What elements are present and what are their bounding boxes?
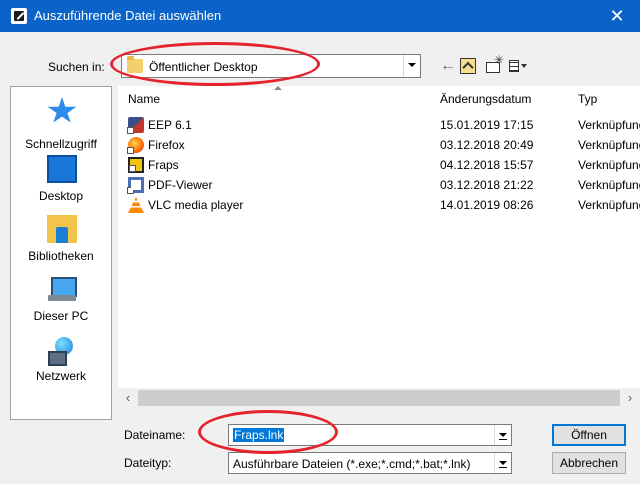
file-date: 03.12.2018 21:22 bbox=[440, 178, 534, 192]
file-row[interactable]: Firefox 03.12.2018 20:49 Verknüpfung bbox=[118, 135, 640, 155]
scroll-right-icon[interactable]: › bbox=[620, 390, 640, 406]
file-type: Verknüpfung bbox=[578, 178, 640, 192]
back-button[interactable]: ← bbox=[440, 57, 456, 74]
look-in-combo[interactable]: Öffentlicher Desktop bbox=[121, 54, 421, 78]
place-network[interactable]: Netzwerk bbox=[11, 335, 111, 395]
close-button[interactable]: ✕ bbox=[594, 0, 640, 32]
app-icon bbox=[11, 8, 27, 24]
open-button[interactable]: Öffnen bbox=[552, 424, 626, 446]
pdf-viewer-icon bbox=[127, 177, 144, 194]
folder-icon bbox=[127, 56, 143, 73]
place-quick-access[interactable]: Schnellzugriff bbox=[11, 97, 111, 157]
new-folder-button[interactable]: ✳ bbox=[484, 53, 504, 74]
sort-ascending-icon bbox=[274, 86, 282, 92]
column-header-name[interactable]: Name bbox=[128, 92, 160, 106]
file-name: EEP 6.1 bbox=[148, 118, 192, 132]
file-type: Verknüpfung bbox=[578, 118, 640, 132]
place-label: Netzwerk bbox=[35, 369, 86, 383]
look-in-value: Öffentlicher Desktop bbox=[149, 60, 258, 74]
up-folder-button[interactable] bbox=[460, 58, 476, 74]
file-name: Fraps bbox=[148, 158, 179, 172]
column-header-type[interactable]: Typ bbox=[578, 92, 597, 106]
file-row[interactable]: PDF-Viewer 03.12.2018 21:22 Verknüpfung bbox=[118, 175, 640, 195]
chevron-down-icon[interactable] bbox=[403, 55, 420, 77]
place-libraries[interactable]: Bibliotheken bbox=[11, 215, 111, 275]
desktop-icon bbox=[47, 155, 77, 183]
file-name-input[interactable]: Fraps.lnk bbox=[228, 424, 512, 446]
file-name: Firefox bbox=[148, 138, 185, 152]
eep-icon bbox=[127, 117, 144, 134]
file-name-value: Fraps.lnk bbox=[233, 428, 285, 442]
file-name: VLC media player bbox=[148, 198, 244, 212]
place-this-pc[interactable]: Dieser PC bbox=[11, 275, 111, 335]
file-type-select[interactable]: Ausführbare Dateien (*.exe;*.cmd;*.bat;*… bbox=[228, 452, 512, 474]
place-desktop[interactable]: Desktop bbox=[11, 155, 111, 215]
computer-icon bbox=[47, 275, 77, 303]
file-date: 15.01.2019 17:15 bbox=[440, 118, 534, 132]
fraps-icon bbox=[128, 157, 144, 173]
place-label: Schnellzugriff bbox=[25, 137, 97, 151]
file-type: Verknüpfung bbox=[578, 158, 640, 172]
vlc-icon bbox=[128, 197, 144, 213]
file-date: 14.01.2019 08:26 bbox=[440, 198, 534, 212]
title-bar: Auszuführende Datei auswählen ✕ bbox=[0, 0, 640, 32]
file-date: 03.12.2018 20:49 bbox=[440, 138, 534, 152]
place-label: Dieser PC bbox=[33, 309, 89, 323]
chevron-down-icon[interactable] bbox=[494, 425, 511, 445]
scroll-left-icon[interactable]: ‹ bbox=[118, 390, 138, 406]
new-folder-star: ✳ bbox=[493, 53, 504, 67]
file-row[interactable]: Fraps 04.12.2018 15:57 Verknüpfung bbox=[118, 155, 640, 175]
file-type: Verknüpfung bbox=[578, 198, 640, 212]
file-name: PDF-Viewer bbox=[148, 178, 213, 192]
firefox-icon bbox=[127, 137, 144, 154]
place-label: Bibliotheken bbox=[28, 249, 94, 263]
file-type-label: Dateityp: bbox=[124, 456, 172, 470]
file-date: 04.12.2018 15:57 bbox=[440, 158, 534, 172]
file-list[interactable]: Name Änderungsdatum Typ EEP 6.1 15.01.20… bbox=[118, 86, 640, 408]
look-in-label: Suchen in: bbox=[48, 60, 105, 74]
place-label: Desktop bbox=[38, 189, 84, 203]
file-row[interactable]: EEP 6.1 15.01.2019 17:15 Verknüpfung bbox=[118, 115, 640, 135]
libraries-icon bbox=[47, 215, 77, 243]
column-header-date[interactable]: Änderungsdatum bbox=[440, 92, 531, 106]
network-icon bbox=[47, 335, 77, 366]
caret-down-icon bbox=[521, 64, 527, 68]
file-type: Verknüpfung bbox=[578, 138, 640, 152]
scroll-thumb[interactable] bbox=[138, 390, 620, 406]
file-name-label: Dateiname: bbox=[124, 428, 186, 442]
view-menu-button[interactable] bbox=[509, 58, 527, 74]
view-icon bbox=[509, 60, 519, 72]
places-bar: Schnellzugriff Desktop Bibliotheken Dies… bbox=[10, 86, 112, 420]
horizontal-scrollbar[interactable]: ‹ › bbox=[118, 388, 640, 408]
star-icon bbox=[47, 97, 77, 123]
file-row[interactable]: VLC media player 14.01.2019 08:26 Verknü… bbox=[118, 195, 640, 215]
window-title: Auszuführende Datei auswählen bbox=[34, 8, 222, 23]
file-type-value: Ausführbare Dateien (*.exe;*.cmd;*.bat;*… bbox=[233, 457, 471, 471]
cancel-button[interactable]: Abbrechen bbox=[552, 452, 626, 474]
chevron-down-icon[interactable] bbox=[494, 453, 511, 473]
